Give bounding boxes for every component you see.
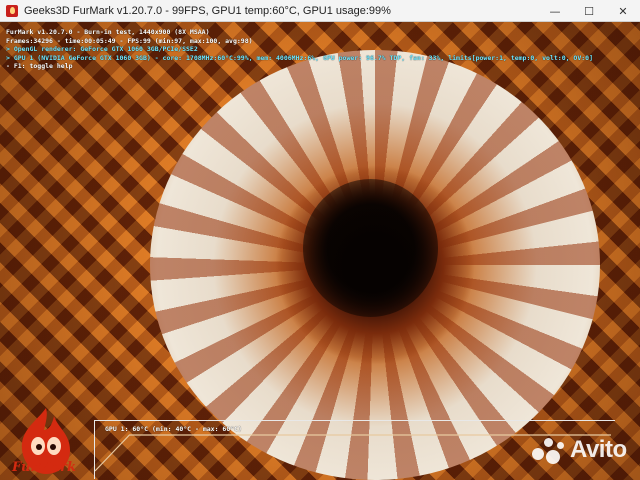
furmark-window: Geeks3D FurMark v1.20.7.0 - 99FPS, GPU1 … [0,0,640,480]
osd-overlay: FurMark v1.20.7.0 - Burn-in test, 1440x9… [6,28,593,71]
osd-frames-line: Frames:34296 - time:00:05:49 - FPS:99 (m… [6,36,253,45]
osd-help-line: - F1: toggle help [6,62,73,71]
fur-donut-render [150,50,600,480]
title-bar[interactable]: Geeks3D FurMark v1.20.7.0 - 99FPS, GPU1 … [0,0,640,22]
close-button[interactable]: ✕ [606,0,640,22]
furmark-logo-text: FurMark [12,460,76,475]
avito-watermark: Avito [530,436,627,464]
window-title: Geeks3D FurMark v1.20.7.0 - 99FPS, GPU1 … [24,4,391,17]
furmark-app-icon [6,4,18,17]
maximize-button[interactable]: ☐ [572,0,606,22]
avito-dots-icon [530,436,566,464]
minimize-button[interactable]: — [538,0,572,22]
osd-title-line: FurMark v1.20.7.0 - Burn-in test, 1440x9… [6,28,210,36]
avito-watermark-text: Avito [570,436,627,463]
osd-renderer-line: > OpenGL renderer: GeForce GTX 1060 3GB/… [6,45,198,54]
osd-gpu-line: > GPU 1 (NVIDIA GeForce GTX 1060 3GB) - … [6,53,593,62]
window-controls: — ☐ ✕ [538,0,640,22]
